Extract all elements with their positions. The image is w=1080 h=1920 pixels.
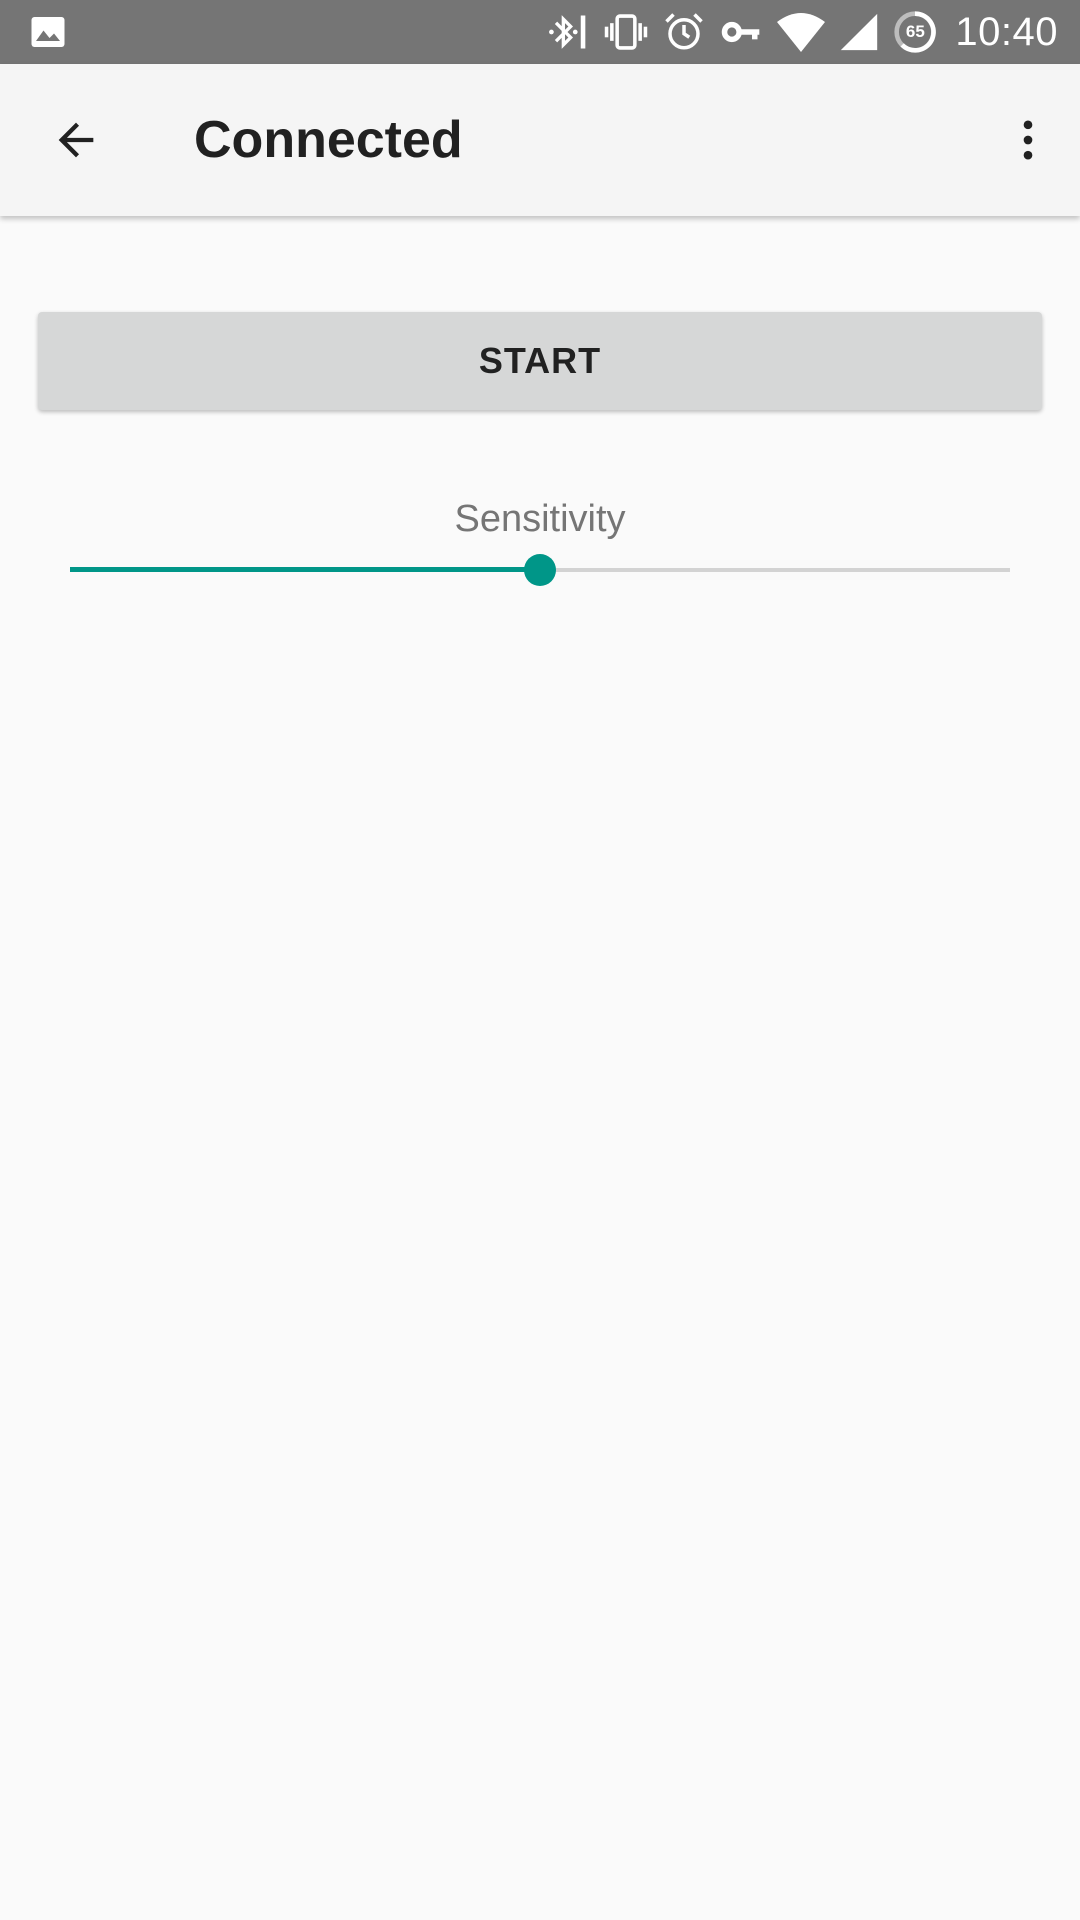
overflow-menu-button[interactable]: [992, 104, 1064, 176]
app-bar: Connected: [0, 64, 1080, 216]
more-vert-icon: [1023, 120, 1033, 160]
sensitivity-slider[interactable]: [70, 552, 1010, 588]
clock: 10:40: [955, 9, 1058, 54]
slider-thumb[interactable]: [524, 554, 556, 586]
vibrate-icon: [603, 10, 649, 54]
arrow-back-icon: [58, 122, 94, 158]
bluetooth-icon: [545, 10, 589, 54]
sensitivity-label: Sensitivity: [454, 498, 626, 540]
vpn-key-icon: [719, 10, 763, 54]
cell-signal-icon: [839, 12, 879, 52]
back-button[interactable]: [36, 104, 116, 176]
battery-level: 65: [905, 22, 925, 41]
status-icons: 65 10:40: [545, 0, 1058, 64]
alarm-icon: [663, 11, 705, 53]
page-title: Connected: [194, 111, 463, 169]
slider-fill: [70, 567, 540, 572]
image-icon: [30, 14, 66, 50]
wifi-icon: [777, 10, 826, 54]
start-button[interactable]: START: [38, 312, 1042, 410]
battery-icon: 65: [893, 10, 937, 54]
status-bar: 65 10:40: [0, 0, 1080, 64]
